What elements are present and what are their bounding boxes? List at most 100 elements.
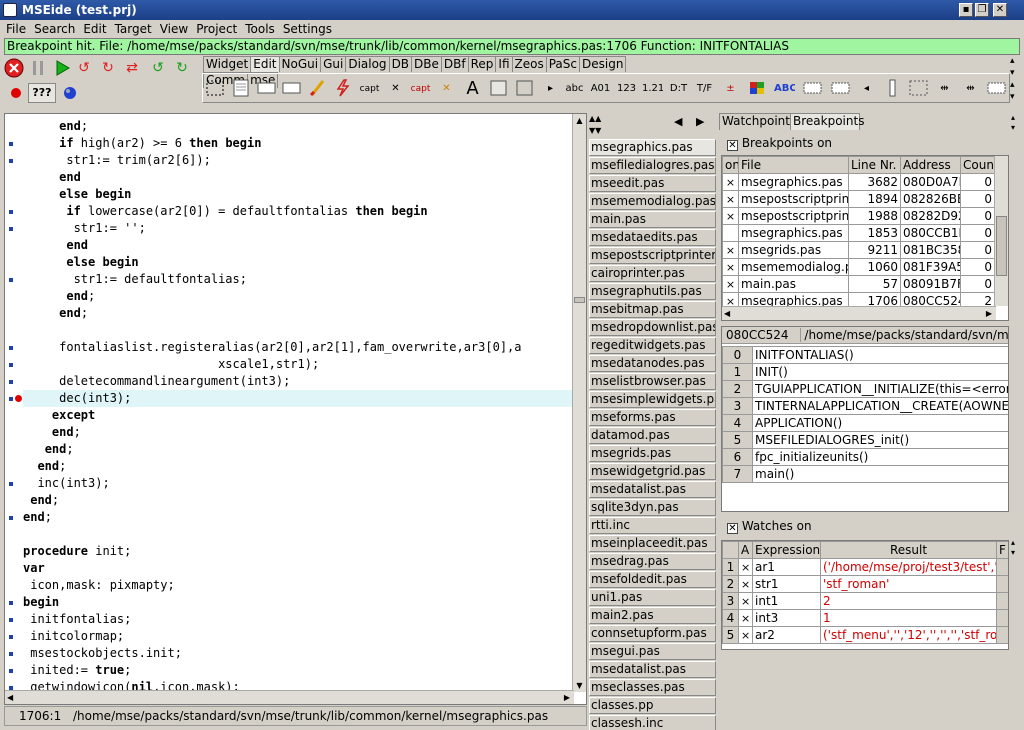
code-line[interactable]: inited:= true; (23, 662, 575, 679)
code-line[interactable]: msestockobjects.init; (23, 645, 575, 662)
palette-item-capt-colored[interactable]: capt (409, 77, 432, 101)
watches-checkbox[interactable]: ✕ (727, 523, 738, 534)
pane-scroll[interactable]: ▴ ▾ (1011, 113, 1019, 133)
scroll-up-icon[interactable]: ▲▲ (589, 113, 601, 125)
code-line[interactable] (23, 322, 575, 339)
palette-tab-dbe[interactable]: DBe (411, 56, 442, 72)
palette-tab-design[interactable]: Design (579, 56, 627, 72)
watches-col-result[interactable]: Result (820, 541, 997, 559)
stack-row[interactable]: 2 TGUIAPPLICATION__INITIALIZE(this=<error… (722, 380, 1008, 398)
watch-row[interactable]: 3 × int1 2 (722, 592, 1008, 610)
stack-frame[interactable]: APPLICATION() (752, 414, 1008, 432)
file-tab[interactable]: msedatalist.pas (589, 661, 716, 678)
breakpoint-on[interactable]: × (722, 258, 739, 276)
file-tab[interactable]: msefiledialogres.pas (589, 157, 716, 174)
palette-tab-nogui[interactable]: NoGui (278, 56, 322, 72)
watch-result[interactable]: ('stf_menu','','12','','','','stf_roman' (820, 626, 997, 644)
code-line[interactable]: if high(ar2) >= 6 then begin (23, 135, 575, 152)
line-marker-icon[interactable] (9, 618, 13, 622)
clear-icon[interactable]: ✕ (384, 77, 407, 101)
dropdown-edit-icon[interactable] (280, 77, 303, 101)
code-line[interactable]: initcolormap; (23, 628, 575, 645)
file-tab[interactable]: datamod.pas (589, 427, 716, 444)
watch-result[interactable]: ('/home/mse/proj/test3/test','--fo (820, 558, 997, 576)
line-marker-icon[interactable] (9, 227, 13, 231)
code-line[interactable]: str1:= ''; (23, 220, 575, 237)
step-into-icon[interactable]: ↻ (98, 58, 118, 78)
palette-tab-dialog[interactable]: Dialog (345, 56, 390, 72)
stack-frame[interactable]: INIT() (752, 363, 1008, 381)
code-line[interactable]: deletecommandlineargument(int3); (23, 373, 575, 390)
code-line[interactable]: else begin (23, 186, 575, 203)
file-tab[interactable]: msewidgetgrid.pas (589, 463, 716, 480)
file-tab[interactable]: msedatalist.pas (589, 481, 716, 498)
code-line[interactable]: initfontalias; (23, 611, 575, 628)
code-line[interactable]: end; (23, 305, 575, 322)
code-line[interactable]: xscale1,str1); (23, 356, 575, 373)
breakpoint-row[interactable]: ×msepostscriptprinter.pas1894082826BE0 (722, 190, 995, 208)
code-line[interactable]: str1:= defaultfontalias; (23, 271, 575, 288)
maximize-icon[interactable]: ❐ (975, 3, 989, 17)
file-tab[interactable]: msedropdownlist.pas (589, 319, 716, 336)
file-tab[interactable]: main.pas (589, 211, 716, 228)
code-line[interactable]: icon,mask: pixmapty; (23, 577, 575, 594)
line-marker-icon[interactable] (9, 482, 13, 486)
code-line[interactable]: begin (23, 594, 575, 611)
menu-search[interactable]: Search (34, 22, 75, 36)
file-tab[interactable]: msedataedits.pas (589, 229, 716, 246)
breakpoints-col-coun[interactable]: Coun (960, 156, 995, 174)
file-tab[interactable]: msedatanodes.pas (589, 355, 716, 372)
palette-item-real[interactable]: 1.21 (641, 77, 664, 101)
layout-horizontal-icon[interactable]: ⇹ (933, 77, 956, 101)
watch-icon[interactable] (60, 83, 80, 103)
stack-row[interactable]: 1 INIT() (722, 363, 1008, 381)
scroll-down-icon[interactable]: ▼▼ (589, 125, 601, 137)
file-tab[interactable]: connsetupform.pas (589, 625, 716, 642)
line-marker-icon[interactable] (9, 669, 13, 673)
close-icon[interactable]: ✕ (993, 3, 1007, 17)
color-icon[interactable] (746, 77, 769, 101)
code-line[interactable]: procedure init; (23, 543, 575, 560)
file-tab[interactable]: msefoldedit.pas (589, 571, 716, 588)
pause-icon[interactable] (28, 58, 48, 78)
watch-active[interactable]: × (738, 626, 753, 644)
file-tab[interactable]: mseinplaceedit.pas (589, 535, 716, 552)
watch-row[interactable]: 4 × int3 1 (722, 609, 1008, 627)
code-area[interactable]: end; if high(ar2) >= 6 then begin str1:=… (23, 118, 575, 696)
palette-tab-gui[interactable]: Gui (320, 56, 347, 72)
menu-target[interactable]: Target (115, 22, 152, 36)
stack-row[interactable]: 4 APPLICATION() (722, 414, 1008, 432)
file-tab[interactable]: mselistbrowser.pas (589, 373, 716, 390)
breakpoint-on[interactable]: × (722, 173, 739, 191)
file-tab[interactable]: rtti.inc (589, 517, 716, 534)
watches-col-a[interactable]: A (738, 541, 753, 559)
panel-icon[interactable] (487, 77, 510, 101)
breakpoint-marker-icon[interactable] (15, 395, 22, 402)
code-line[interactable]: end; (23, 509, 575, 526)
code-line[interactable]: fontaliaslist.registeralias(ar2[0],ar2[1… (23, 339, 575, 356)
splitter-icon[interactable] (881, 77, 904, 101)
file-tab[interactable]: mseforms.pas (589, 409, 716, 426)
breakpoints-checkbox[interactable]: ✕ (727, 140, 738, 151)
watch-result[interactable]: 2 (820, 592, 997, 610)
watch-format[interactable] (996, 558, 1008, 576)
line-marker-icon[interactable] (9, 397, 13, 401)
code-line[interactable]: dec(int3); (23, 390, 575, 407)
tabs-icon[interactable] (985, 77, 1008, 101)
editor-vertical-scrollbar[interactable]: ▲ ▼ (572, 114, 586, 692)
menu-tools[interactable]: Tools (245, 22, 275, 36)
spinedit-icon[interactable]: ± (719, 77, 742, 101)
code-line[interactable]: end; (23, 424, 575, 441)
stack-row[interactable]: 3TINTERNALAPPLICATION__CREATE(AOWNER=0x0… (722, 397, 1008, 415)
palette-tab-dbf[interactable]: DBf (440, 56, 469, 72)
menu-view[interactable]: View (160, 22, 188, 36)
palette-tab-widget[interactable]: Widget (203, 56, 252, 72)
palette-item-text[interactable]: ABC (773, 77, 796, 101)
file-tab[interactable]: regeditwidgets.pas (589, 337, 716, 354)
menu-file[interactable]: File (6, 22, 26, 36)
file-tab[interactable]: msepostscriptprinter.pas (589, 247, 716, 264)
palette-item-label[interactable]: A (461, 77, 484, 101)
unknown-button[interactable]: ??? (28, 83, 56, 103)
file-tab[interactable]: msegraphics.pas (589, 139, 716, 156)
watch-active[interactable]: × (738, 592, 753, 610)
